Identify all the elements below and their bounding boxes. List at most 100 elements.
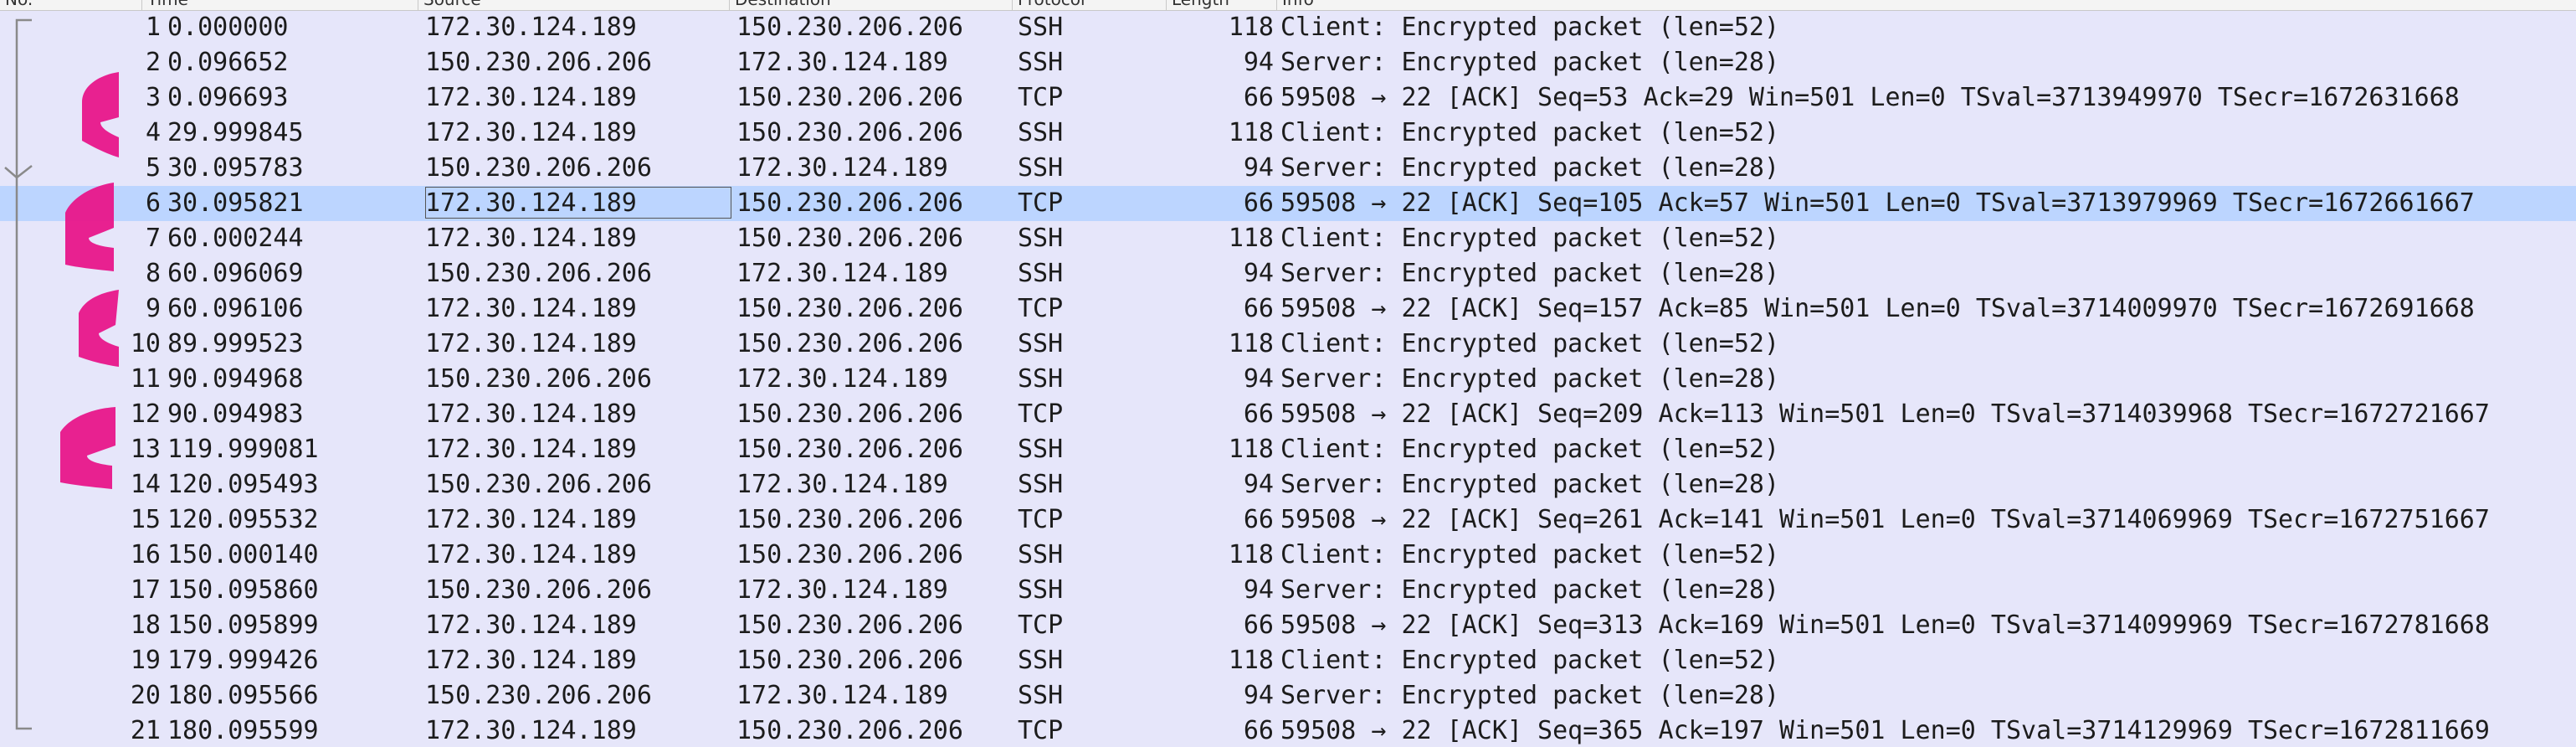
table-row[interactable]: 5 30.095783 150.230.206.206 172.30.124.189 S…: [0, 151, 2576, 186]
packet-info: 59508 → 22 [ACK] Seq=261 Ack=141 Win=501…: [1280, 505, 2490, 534]
packet-length: 94: [1243, 470, 1274, 499]
packet-number: 5: [145, 153, 161, 183]
packet-info: Server: Encrypted packet (len=28): [1280, 153, 1780, 183]
packet-number: 15: [130, 505, 161, 534]
packet-time: 0.096652: [167, 48, 289, 77]
packet-number: 14: [130, 470, 161, 499]
packet-protocol: SSH: [1018, 259, 1064, 288]
packet-time: 0.096693: [167, 83, 289, 112]
table-row[interactable]: 14 120.095493 150.230.206.206 172.30.124.18…: [0, 467, 2576, 502]
table-row[interactable]: 21 180.095599 172.30.124.189 150.230.206.20…: [0, 714, 2576, 747]
column-header-protocol[interactable]: Protocol: [1013, 0, 1167, 10]
packet-destination: 150.230.206.206: [736, 13, 963, 42]
packet-destination: 150.230.206.206: [736, 188, 963, 218]
packet-source: 172.30.124.189: [425, 224, 637, 253]
packet-source: 172.30.124.189: [425, 646, 637, 675]
packet-length: 66: [1243, 83, 1274, 112]
table-row[interactable]: 13 119.999081 172.30.124.189 150.230.206.20…: [0, 432, 2576, 467]
packet-info: Server: Encrypted packet (len=28): [1280, 681, 1780, 710]
packet-info: Client: Encrypted packet (len=52): [1280, 224, 1780, 253]
packet-number: 10: [130, 329, 161, 358]
packet-number: 21: [130, 716, 161, 745]
packet-protocol: SSH: [1018, 153, 1064, 183]
packet-destination: 172.30.124.189: [736, 48, 948, 77]
packet-source: 172.30.124.189: [425, 83, 637, 112]
packet-destination: 172.30.124.189: [736, 153, 948, 183]
column-header-destination[interactable]: Destination: [730, 0, 1013, 10]
column-header-time[interactable]: Time: [142, 0, 418, 10]
packet-length: 66: [1243, 610, 1274, 640]
packet-time: 30.095821: [167, 188, 304, 218]
packet-info: 59508 → 22 [ACK] Seq=313 Ack=169 Win=501…: [1280, 610, 2490, 640]
packet-length: 94: [1243, 681, 1274, 710]
packet-info: Server: Encrypted packet (len=28): [1280, 259, 1780, 288]
column-header-info[interactable]: Info: [1277, 0, 2576, 10]
packet-time: 90.094968: [167, 364, 304, 394]
table-row[interactable]: 15 120.095532 172.30.124.189 150.230.206.20…: [0, 502, 2576, 538]
packet-protocol: TCP: [1018, 399, 1064, 429]
packet-length: 94: [1243, 153, 1274, 183]
packet-number: 8: [145, 259, 161, 288]
table-row[interactable]: 6 30.095821 172.30.124.189 150.230.206.206 T…: [0, 186, 2576, 221]
packet-length: 118: [1228, 540, 1274, 569]
packet-source: 172.30.124.189: [425, 118, 637, 147]
packet-time: 180.095566: [167, 681, 319, 710]
table-row[interactable]: 10 89.999523 172.30.124.189 150.230.206.206…: [0, 327, 2576, 362]
packet-number: 17: [130, 575, 161, 605]
packet-destination: 150.230.206.206: [736, 610, 963, 640]
packet-time: 90.094983: [167, 399, 304, 429]
table-row[interactable]: 1 0.000000 172.30.124.189 150.230.206.206 SS…: [0, 10, 2576, 45]
packet-list-view: No. Time Source Destination Protocol Len…: [0, 0, 2576, 747]
packet-source: 172.30.124.189: [425, 188, 637, 218]
packet-destination: 172.30.124.189: [736, 364, 948, 394]
packet-length: 118: [1228, 435, 1274, 464]
packet-number: 2: [145, 48, 161, 77]
packet-length: 66: [1243, 716, 1274, 745]
table-row[interactable]: 16 150.000140 172.30.124.189 150.230.206.20…: [0, 538, 2576, 573]
table-row[interactable]: 18 150.095899 172.30.124.189 150.230.206.20…: [0, 608, 2576, 643]
packet-time: 120.095493: [167, 470, 319, 499]
packet-destination: 150.230.206.206: [736, 294, 963, 323]
table-row[interactable]: 20 180.095566 150.230.206.206 172.30.124.18…: [0, 678, 2576, 714]
packet-number: 11: [130, 364, 161, 394]
column-header-length[interactable]: Length: [1167, 0, 1277, 10]
table-row[interactable]: 11 90.094968 150.230.206.206 172.30.124.189…: [0, 362, 2576, 397]
packet-time: 179.999426: [167, 646, 319, 675]
packet-source: 172.30.124.189: [425, 505, 637, 534]
packet-protocol: SSH: [1018, 470, 1064, 499]
column-header-no[interactable]: No.: [0, 0, 142, 10]
table-row[interactable]: 19 179.999426 172.30.124.189 150.230.206.20…: [0, 643, 2576, 678]
packet-time: 119.999081: [167, 435, 319, 464]
packet-destination: 150.230.206.206: [736, 435, 963, 464]
packet-length: 94: [1243, 364, 1274, 394]
packet-info: 59508 → 22 [ACK] Seq=105 Ack=57 Win=501 …: [1280, 188, 2475, 218]
packet-time: 150.095860: [167, 575, 319, 605]
packet-info: Client: Encrypted packet (len=52): [1280, 435, 1780, 464]
table-row[interactable]: 12 90.094983 172.30.124.189 150.230.206.206…: [0, 397, 2576, 432]
table-row[interactable]: 8 60.096069 150.230.206.206 172.30.124.189 S…: [0, 256, 2576, 291]
packet-info: 59508 → 22 [ACK] Seq=157 Ack=85 Win=501 …: [1280, 294, 2475, 323]
packet-destination: 150.230.206.206: [736, 329, 963, 358]
table-row[interactable]: 7 60.000244 172.30.124.189 150.230.206.206 S…: [0, 221, 2576, 256]
packet-protocol: TCP: [1018, 610, 1064, 640]
packet-length: 118: [1228, 118, 1274, 147]
packet-protocol: TCP: [1018, 188, 1064, 218]
packet-number: 12: [130, 399, 161, 429]
packet-source: 150.230.206.206: [425, 575, 652, 605]
packet-number: 19: [130, 646, 161, 675]
table-row[interactable]: 3 0.096693 172.30.124.189 150.230.206.206 TC…: [0, 80, 2576, 116]
packet-time: 30.095783: [167, 153, 304, 183]
packet-source: 150.230.206.206: [425, 470, 652, 499]
packet-time: 60.096069: [167, 259, 304, 288]
packet-source: 172.30.124.189: [425, 716, 637, 745]
packet-protocol: TCP: [1018, 505, 1064, 534]
packet-number: 18: [130, 610, 161, 640]
column-header-source[interactable]: Source: [418, 0, 730, 10]
packet-destination: 150.230.206.206: [736, 399, 963, 429]
packet-length: 118: [1228, 329, 1274, 358]
table-row[interactable]: 9 60.096106 172.30.124.189 150.230.206.206 T…: [0, 291, 2576, 327]
table-row[interactable]: 4 29.999845 172.30.124.189 150.230.206.206 S…: [0, 116, 2576, 151]
packet-length: 66: [1243, 188, 1274, 218]
table-row[interactable]: 17 150.095860 150.230.206.206 172.30.124.18…: [0, 573, 2576, 608]
table-row[interactable]: 2 0.096652 150.230.206.206 172.30.124.189 SS…: [0, 45, 2576, 80]
